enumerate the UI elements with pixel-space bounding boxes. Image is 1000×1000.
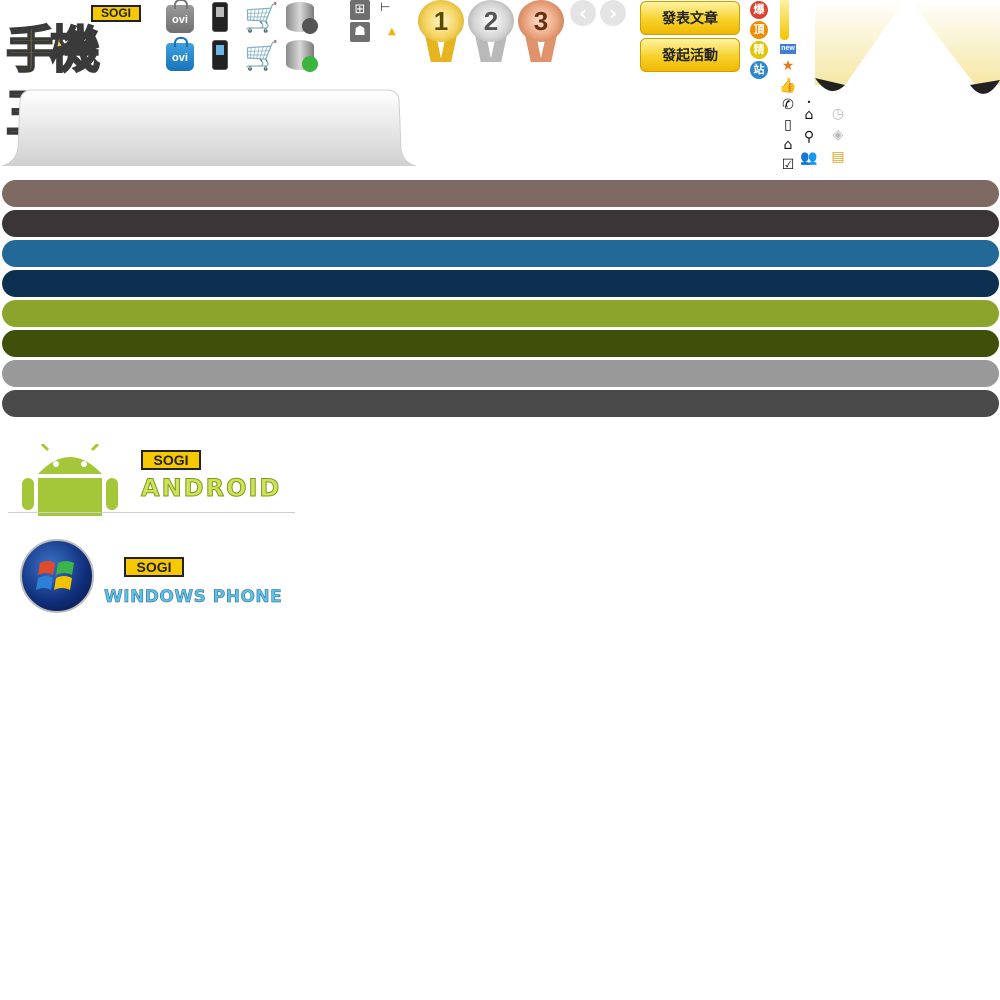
tab-frame (2, 89, 416, 166)
color-bar (2, 180, 999, 207)
tree-icon: ⊢ (380, 0, 391, 14)
yellow-tab[interactable] (780, 0, 789, 40)
color-bar (2, 360, 999, 387)
thumb-up-icon[interactable]: 👍 (779, 78, 797, 94)
check-icon[interactable]: ☑ (779, 157, 797, 173)
map-pin-icon: ⚲ (803, 129, 815, 145)
home-icon[interactable]: ⌂ (779, 137, 797, 153)
color-bar (2, 210, 999, 237)
android-wordmark[interactable]: ANDROID (140, 474, 281, 503)
database-icon[interactable] (286, 40, 318, 72)
hot-badge: 爆 (750, 1, 768, 19)
sogi-badge: SOGI (124, 557, 184, 577)
note-icon: ▤ (831, 149, 845, 165)
gold-medal: 1 (418, 0, 464, 64)
ovi-bag-icon[interactable]: ovi (166, 0, 194, 33)
clock-icon: ◷ (831, 106, 845, 122)
tag-icon: ◈ (832, 127, 844, 143)
windows-logo-icon[interactable] (20, 539, 94, 613)
new-icon: new (780, 44, 796, 54)
prev-arrow-button[interactable]: ‹ (570, 0, 596, 26)
star-icon: ★ (781, 58, 795, 74)
shopping-cart-icon[interactable]: 🛒 (244, 2, 279, 34)
android-icon[interactable]: ☗ (350, 22, 370, 42)
android-robot-icon[interactable] (8, 444, 132, 516)
color-bar (2, 330, 999, 357)
medal-number: 3 (518, 0, 564, 42)
mobile-phone-icon[interactable] (212, 2, 228, 32)
color-bar (2, 270, 999, 297)
mobile-icon: ▯ (784, 117, 792, 133)
spotlight-decoration (815, 0, 1000, 94)
bronze-medal: 3 (518, 0, 564, 64)
color-bar (2, 240, 999, 267)
phone-icon: ✆ (782, 97, 794, 113)
windows-icon[interactable]: ⊞ (350, 0, 370, 20)
next-arrow-button[interactable]: › (600, 0, 626, 26)
ovi-bag-icon[interactable]: ovi (166, 37, 194, 71)
users-icon: 👥 (800, 150, 818, 166)
medal-number: 1 (418, 0, 464, 42)
site-badge: 站 (750, 61, 768, 79)
database-icon[interactable] (286, 2, 318, 34)
best-badge: 精 (750, 41, 768, 59)
home-icon[interactable]: ⌂ (800, 107, 818, 123)
mobile-phone-icon[interactable] (212, 40, 228, 70)
logo-title[interactable]: 手機王 (5, 18, 134, 144)
color-bar (2, 390, 999, 417)
divider (8, 512, 295, 513)
medal-number: 2 (468, 0, 514, 42)
windows-phone-wordmark[interactable]: WINDOWS PHONE (104, 587, 282, 608)
sogi-badge: SOGI (141, 450, 201, 470)
top-badge: 頂 (750, 21, 768, 39)
silver-medal: 2 (468, 0, 514, 64)
shopping-cart-icon[interactable]: 🛒 (244, 40, 279, 72)
start-event-button[interactable]: 發起活動 (640, 38, 740, 72)
color-bar (2, 300, 999, 327)
warning-icon: ▲ (388, 26, 396, 37)
post-article-button[interactable]: 發表文章 (640, 1, 740, 35)
